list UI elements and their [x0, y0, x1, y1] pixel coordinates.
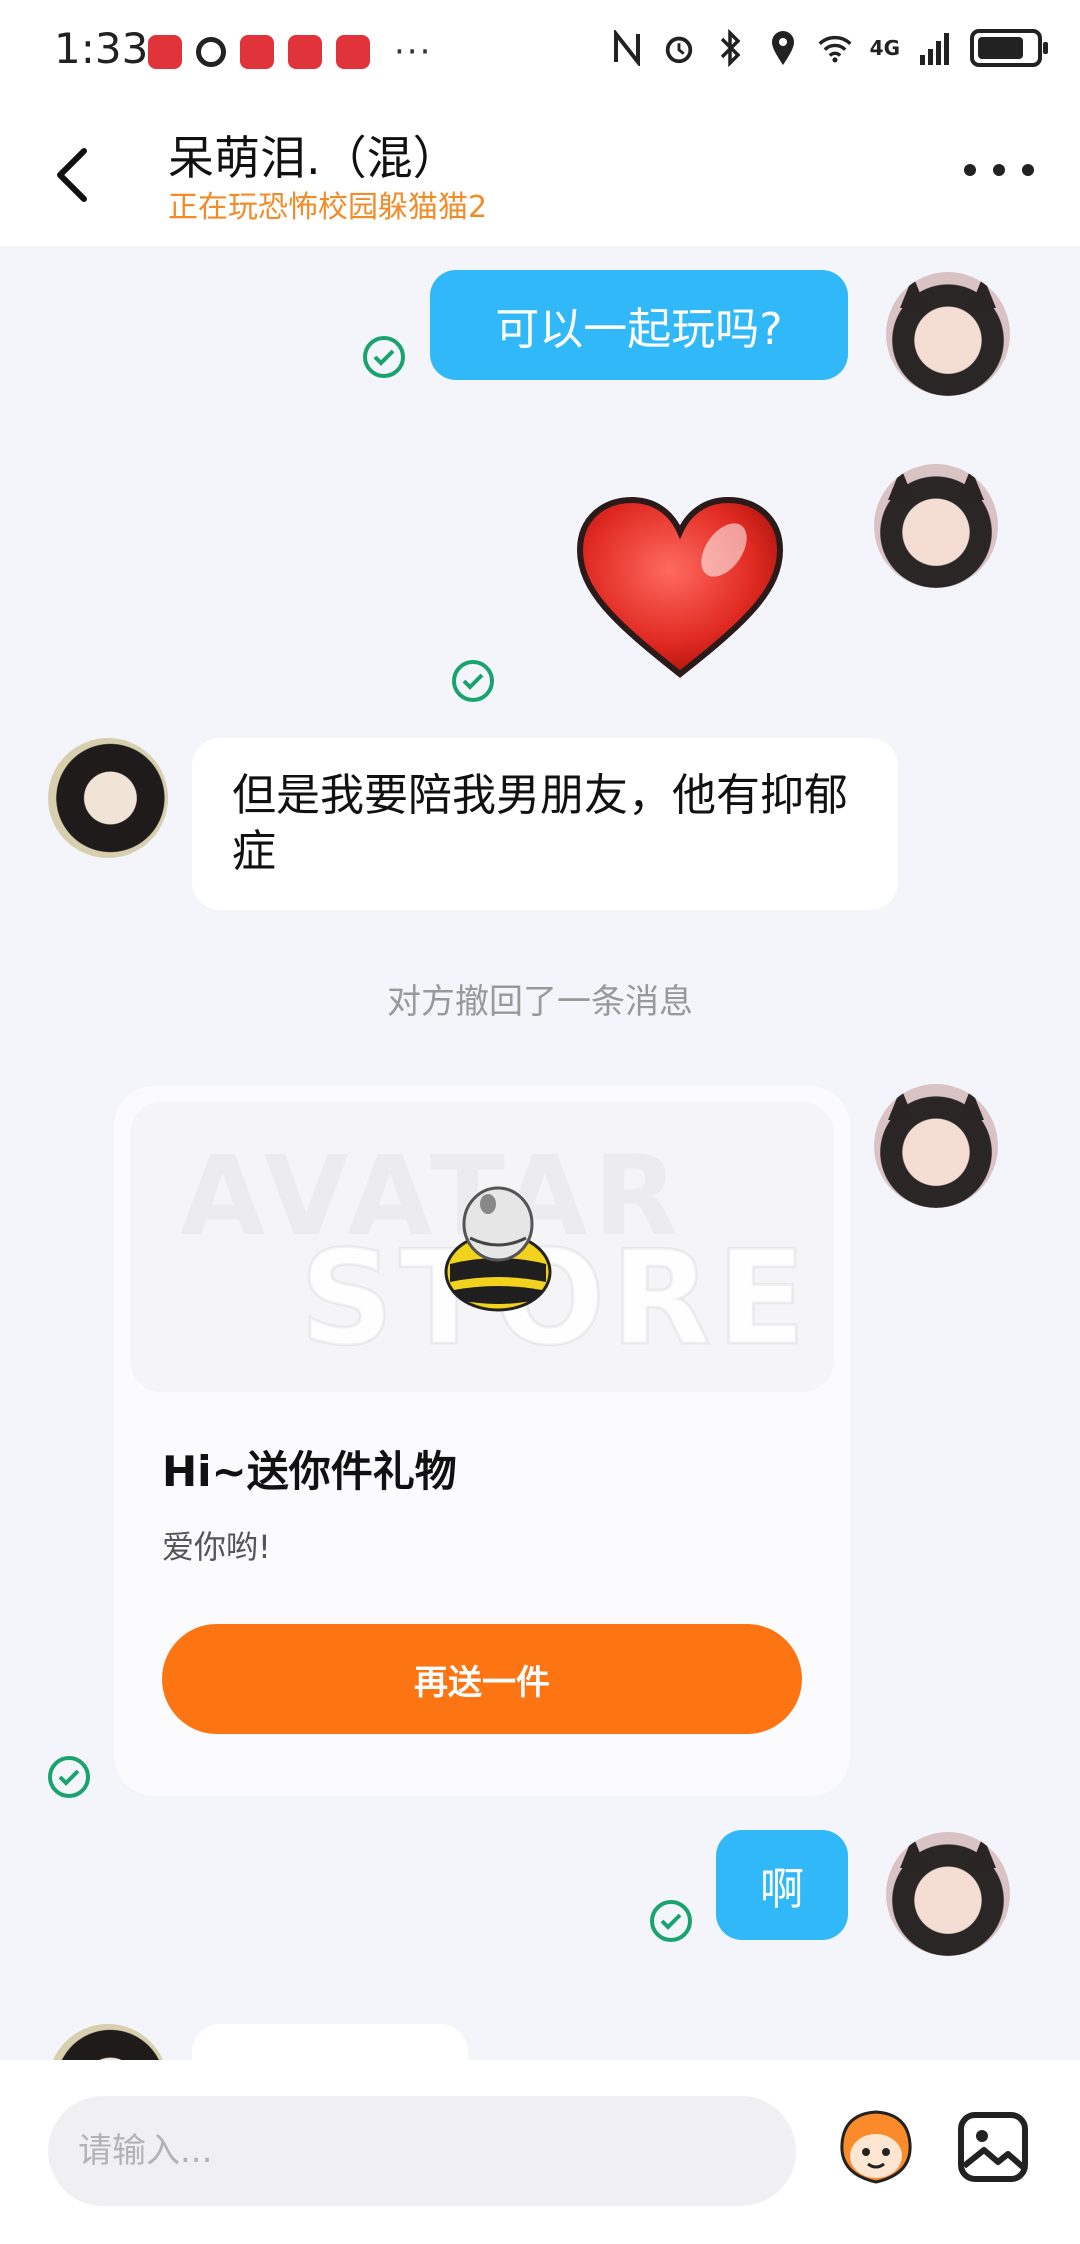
gift-image: AVATAR STORE [130, 1102, 834, 1392]
huawei-app-icon [288, 35, 322, 69]
message-text: 但是我要陪我男朋友，他有抑郁症 [232, 770, 848, 877]
sticker-button[interactable] [832, 2104, 920, 2192]
gift-title: Hi~送你件礼物 [162, 1447, 457, 1496]
more-notifications-icon: ··· [394, 32, 433, 72]
gift-message: 爱你哟! [162, 1528, 271, 1566]
network-type: 4G [869, 36, 900, 60]
contact-status: 正在玩恐怖校园躲猫猫2 [168, 190, 488, 225]
system-icons: 4G [610, 28, 1048, 68]
message-text: 啊 [760, 1864, 804, 1915]
read-check-icon [650, 1900, 692, 1942]
send-again-button[interactable]: 再送一件 [162, 1624, 802, 1734]
my-avatar[interactable] [874, 464, 998, 588]
message-bubble[interactable]: 啊 [716, 1830, 848, 1940]
location-icon [766, 28, 800, 68]
signal-icon [918, 28, 952, 68]
chevron-left-icon [57, 148, 87, 202]
notification-icons: ··· [148, 32, 432, 72]
message-bubble[interactable]: 可以一起玩吗? [430, 270, 848, 380]
link-app-icon [196, 37, 226, 67]
my-avatar[interactable] [886, 1832, 1010, 1956]
more-options-button[interactable] [964, 150, 1034, 190]
heart-app-icon [240, 35, 274, 69]
bluetooth-icon [714, 28, 748, 68]
image-button[interactable] [956, 2110, 1030, 2184]
my-avatar[interactable] [886, 272, 1010, 396]
contact-avatar[interactable] [48, 2024, 168, 2060]
my-avatar[interactable] [874, 1084, 998, 1208]
gift-card[interactable]: AVATAR STORE Hi~送你件礼物 爱你哟! 再送一件 [114, 1086, 850, 1796]
wifi-icon [818, 28, 852, 68]
status-bar: 1:33 ··· 4G [0, 0, 1080, 100]
contact-name[interactable]: 呆萌泪.（混） [168, 122, 459, 188]
read-check-icon [452, 660, 494, 702]
message-bubble[interactable] [192, 2024, 468, 2060]
image-icon [958, 2112, 1028, 2182]
chat-header: 呆萌泪.（混） 正在玩恐怖校园躲猫猫2 [0, 100, 1080, 246]
message-bubble[interactable]: 但是我要陪我男朋友，他有抑郁症 [192, 738, 898, 910]
message-input[interactable] [48, 2096, 796, 2206]
heart-sticker[interactable] [574, 494, 786, 684]
recall-notice: 对方撤回了一条消息 [387, 982, 693, 1022]
message-list[interactable]: 可以一起玩吗? 但是我要陪我男朋友，他有抑郁症 对方撤回了一条消息 AVATAR… [0, 246, 1080, 2060]
read-check-icon [363, 336, 405, 378]
huawei-app-icon [336, 35, 370, 69]
dot [964, 164, 976, 176]
nfc-icon [610, 28, 644, 68]
status-time: 1:33 [54, 24, 149, 73]
bee-gift-icon [444, 1186, 552, 1312]
dot [1022, 164, 1034, 176]
dot [993, 164, 1005, 176]
read-check-icon [48, 1756, 90, 1798]
battery-icon [970, 29, 1048, 67]
alarm-icon [662, 28, 696, 68]
mascot-sticker-icon [840, 2110, 912, 2184]
back-button[interactable] [52, 140, 112, 210]
message-text: 可以一起玩吗? [495, 304, 783, 355]
contact-avatar[interactable] [48, 738, 168, 858]
huawei-app-icon [148, 35, 182, 69]
input-bar [0, 2060, 1080, 2244]
